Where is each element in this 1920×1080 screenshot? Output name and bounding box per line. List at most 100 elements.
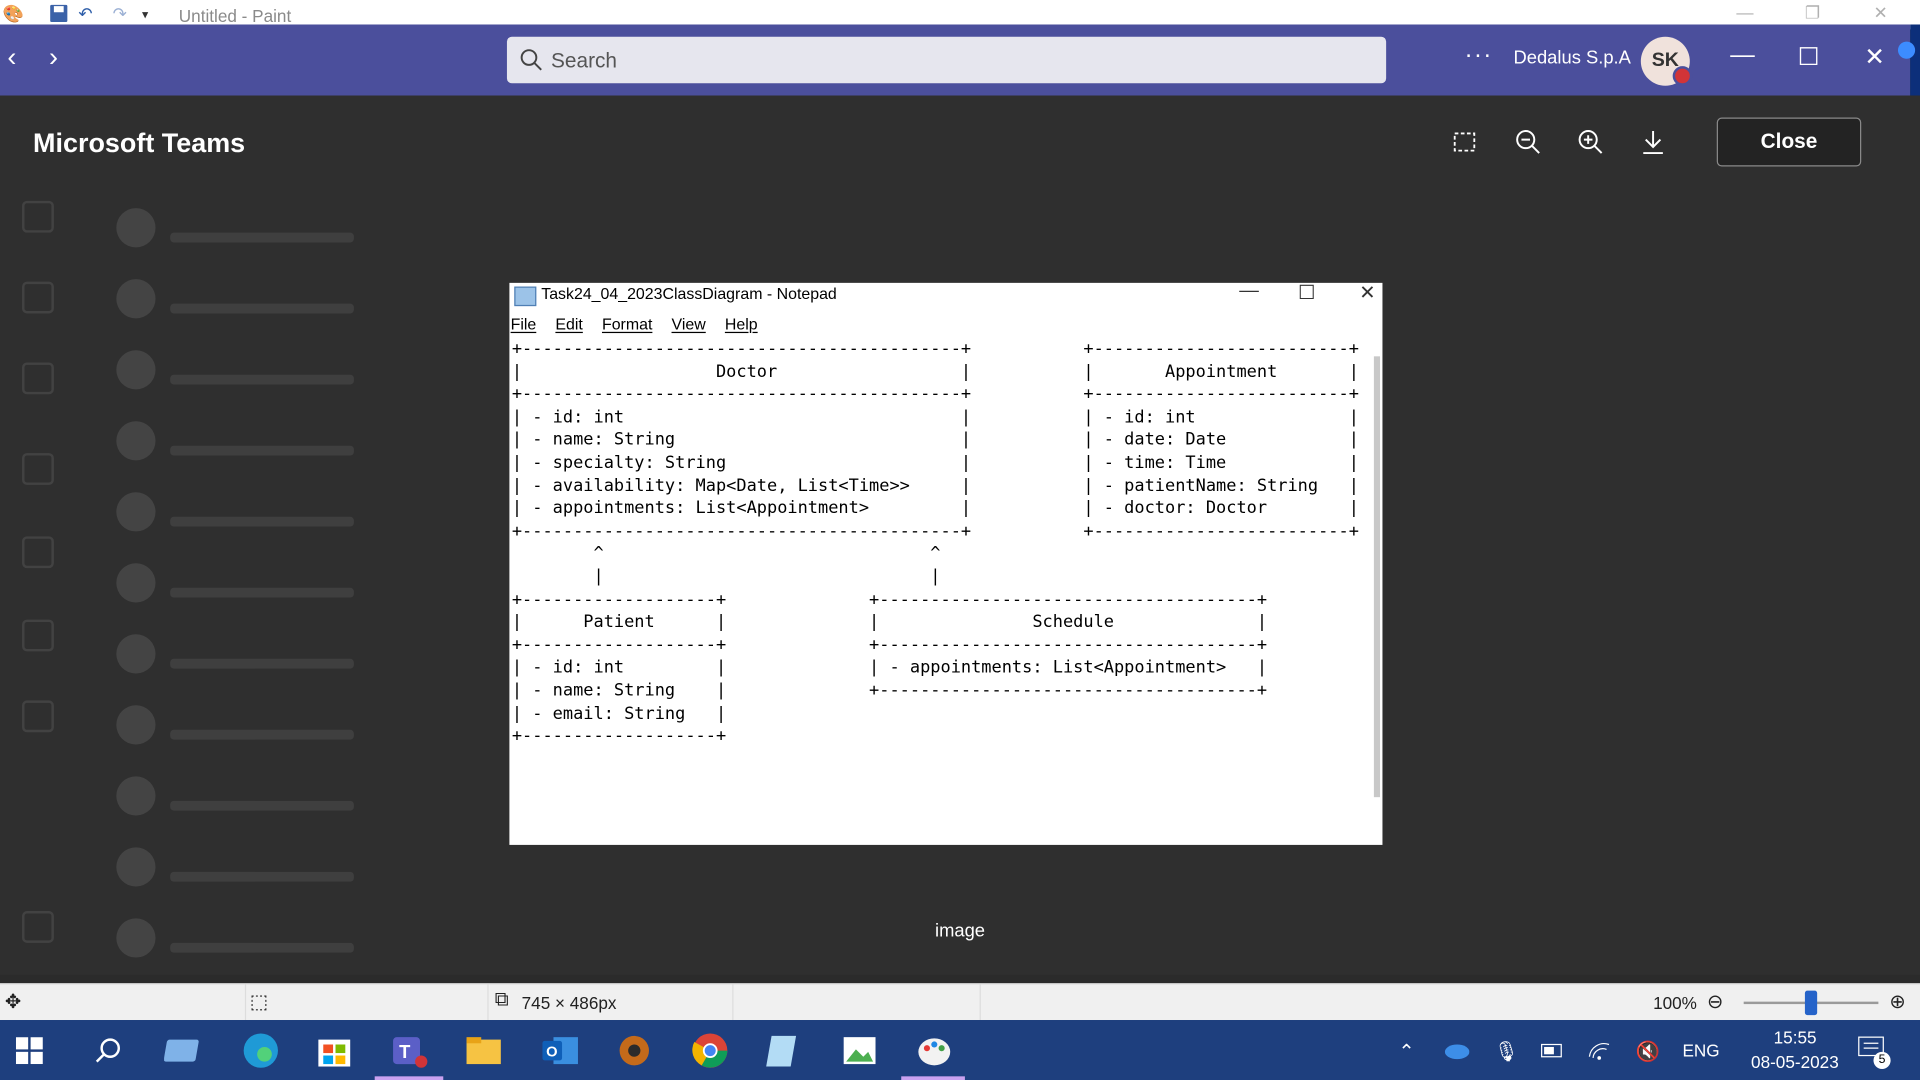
paint-close-button[interactable]: ✕ bbox=[1873, 2, 1887, 23]
image-app-icon[interactable] bbox=[839, 1030, 881, 1072]
zoom-out-button[interactable]: ⊖ bbox=[1707, 989, 1723, 1013]
list-item bbox=[116, 487, 483, 536]
zoom-out-icon[interactable] bbox=[1513, 127, 1542, 156]
menu-edit: Edit bbox=[555, 314, 583, 334]
chat-icon bbox=[22, 281, 54, 314]
teams-app-icon[interactable]: T bbox=[388, 1030, 430, 1072]
fit-to-screen-icon[interactable] bbox=[1450, 127, 1479, 156]
back-arrow-icon[interactable]: ‹ bbox=[7, 42, 16, 74]
class-diagram-text: +---------------------------------------… bbox=[511, 339, 1359, 746]
chrome-icon[interactable] bbox=[689, 1030, 731, 1072]
zoom-in-icon[interactable] bbox=[1576, 127, 1605, 156]
more-options-button[interactable]: ··· bbox=[1465, 42, 1493, 70]
search-input[interactable]: Search bbox=[506, 36, 1387, 84]
outlook-icon[interactable]: O bbox=[539, 1030, 581, 1072]
quick-access-dropdown-icon[interactable]: ▾ bbox=[142, 9, 148, 22]
menu-format: Format bbox=[601, 314, 653, 334]
list-item bbox=[116, 842, 483, 891]
paint-window-title: Untitled - Paint bbox=[178, 6, 292, 26]
download-icon[interactable] bbox=[1638, 127, 1667, 156]
search-icon[interactable] bbox=[93, 1035, 125, 1067]
search-icon bbox=[520, 49, 542, 71]
avatar[interactable]: SK bbox=[1640, 36, 1693, 86]
teams-header: ‹ › Search ··· Dedalus S.p.A SK — ☐ ✕ bbox=[0, 24, 1911, 96]
file-explorer-icon[interactable] bbox=[463, 1030, 505, 1072]
close-button[interactable]: Close bbox=[1716, 117, 1862, 167]
store-icon[interactable] bbox=[313, 1030, 355, 1072]
menu-help: Help bbox=[724, 314, 758, 334]
teams-maximize-button[interactable]: ☐ bbox=[1790, 42, 1827, 73]
menu-view: View bbox=[671, 314, 706, 334]
onedrive-icon[interactable] bbox=[1442, 1042, 1470, 1060]
microphone-icon[interactable]: 🎙 bbox=[1494, 1040, 1519, 1064]
teams-close-button[interactable]: ✕ bbox=[1856, 42, 1893, 73]
paint-app-icon[interactable] bbox=[913, 1030, 955, 1072]
image-dimensions: 745 × 486px bbox=[521, 993, 617, 1013]
list-item bbox=[116, 345, 483, 394]
teams-minimize-button[interactable]: — bbox=[1724, 42, 1761, 70]
list-item bbox=[116, 203, 483, 252]
status-busy-icon bbox=[1672, 66, 1693, 86]
notification-count-badge: 5 bbox=[1873, 1051, 1891, 1069]
list-item bbox=[116, 416, 483, 465]
paint-app-icon: 🎨 bbox=[2, 3, 24, 24]
list-item bbox=[116, 274, 483, 323]
show-hidden-icons-chevron-icon[interactable]: ⌃ bbox=[1398, 1040, 1414, 1064]
undo-icon[interactable]: ↶ bbox=[78, 4, 92, 25]
language-indicator[interactable]: ENG bbox=[1682, 1041, 1719, 1061]
battery-icon[interactable] bbox=[1540, 1042, 1564, 1059]
notepad-close-icon: ✕ bbox=[1359, 282, 1376, 304]
paint-minimize-button[interactable]: — bbox=[1736, 2, 1753, 22]
zoom-in-button[interactable]: ⊕ bbox=[1889, 989, 1905, 1013]
save-icon[interactable] bbox=[49, 4, 69, 27]
redo-icon[interactable]: ↷ bbox=[113, 4, 127, 25]
notification-dot-icon bbox=[1897, 41, 1916, 59]
forward-arrow-icon[interactable]: › bbox=[49, 42, 58, 74]
settings-gear-icon[interactable] bbox=[613, 1030, 655, 1072]
zoom-level: 100% bbox=[1653, 993, 1697, 1013]
taskbar: T O ⌃ 🎙 🔇 ENG 15:55 08-05-2023 5 bbox=[0, 1020, 1920, 1080]
svg-text:T: T bbox=[399, 1041, 411, 1062]
screen: 🎨 ↶ ↷ ▾ Untitled - Paint — ❐ ✕ ‹ › Searc… bbox=[0, 0, 1920, 1080]
notepad-title: Task24_04_2023ClassDiagram - Notepad bbox=[541, 284, 837, 303]
svg-text:O: O bbox=[546, 1045, 557, 1061]
volume-muted-icon[interactable]: 🔇 bbox=[1636, 1040, 1660, 1064]
organization-name[interactable]: Dedalus S.p.A bbox=[1513, 48, 1630, 69]
image-size-icon: ⧉ bbox=[494, 989, 509, 1011]
notepad-minimize-icon: — bbox=[1239, 280, 1259, 302]
window-edge bbox=[1910, 24, 1920, 96]
notepad-menubar: File Edit Format View Help bbox=[511, 315, 773, 337]
selection-size-icon: ⬚ bbox=[249, 991, 269, 1013]
calls-icon bbox=[22, 536, 54, 569]
wifi-icon[interactable] bbox=[1587, 1040, 1611, 1062]
calendar-icon bbox=[22, 453, 54, 485]
menu-file: File bbox=[510, 314, 537, 334]
paint-statusbar: ✥ ⬚ ⧉ 745 × 486px 100% ⊖ ⊕ bbox=[0, 983, 1920, 1022]
list-item bbox=[116, 558, 483, 607]
cursor-position-icon: ✥ bbox=[4, 991, 22, 1013]
image-caption: image bbox=[934, 920, 986, 942]
notepad-titlebar: Task24_04_2023ClassDiagram - Notepad — ☐… bbox=[509, 280, 1382, 310]
windows-start-icon[interactable] bbox=[15, 1037, 43, 1065]
list-item bbox=[116, 771, 483, 820]
zoom-slider-thumb[interactable] bbox=[1804, 990, 1818, 1016]
notepad-icon bbox=[514, 286, 537, 307]
edge-icon[interactable] bbox=[240, 1030, 282, 1072]
list-item bbox=[116, 629, 483, 678]
search-placeholder: Search bbox=[551, 48, 617, 73]
teams-active-indicator bbox=[374, 1076, 444, 1080]
teams-icon bbox=[22, 362, 54, 395]
notebook-app-icon[interactable] bbox=[164, 1030, 206, 1072]
list-item bbox=[116, 700, 483, 749]
notepad-maximize-icon: ☐ bbox=[1297, 282, 1316, 304]
paint-restore-button[interactable]: ❐ bbox=[1805, 2, 1820, 23]
files-icon bbox=[22, 619, 54, 652]
page-title: Microsoft Teams bbox=[33, 127, 246, 158]
clock-date[interactable]: 08-05-2023 bbox=[1751, 1052, 1839, 1072]
notepad-image: Task24_04_2023ClassDiagram - Notepad — ☐… bbox=[509, 280, 1383, 845]
apps-icon bbox=[22, 700, 54, 733]
activity-icon bbox=[22, 200, 54, 233]
clock-time[interactable]: 15:55 bbox=[1758, 1027, 1831, 1047]
notepad-scrollbar bbox=[1373, 356, 1381, 798]
notepad-app-icon[interactable] bbox=[764, 1030, 806, 1072]
